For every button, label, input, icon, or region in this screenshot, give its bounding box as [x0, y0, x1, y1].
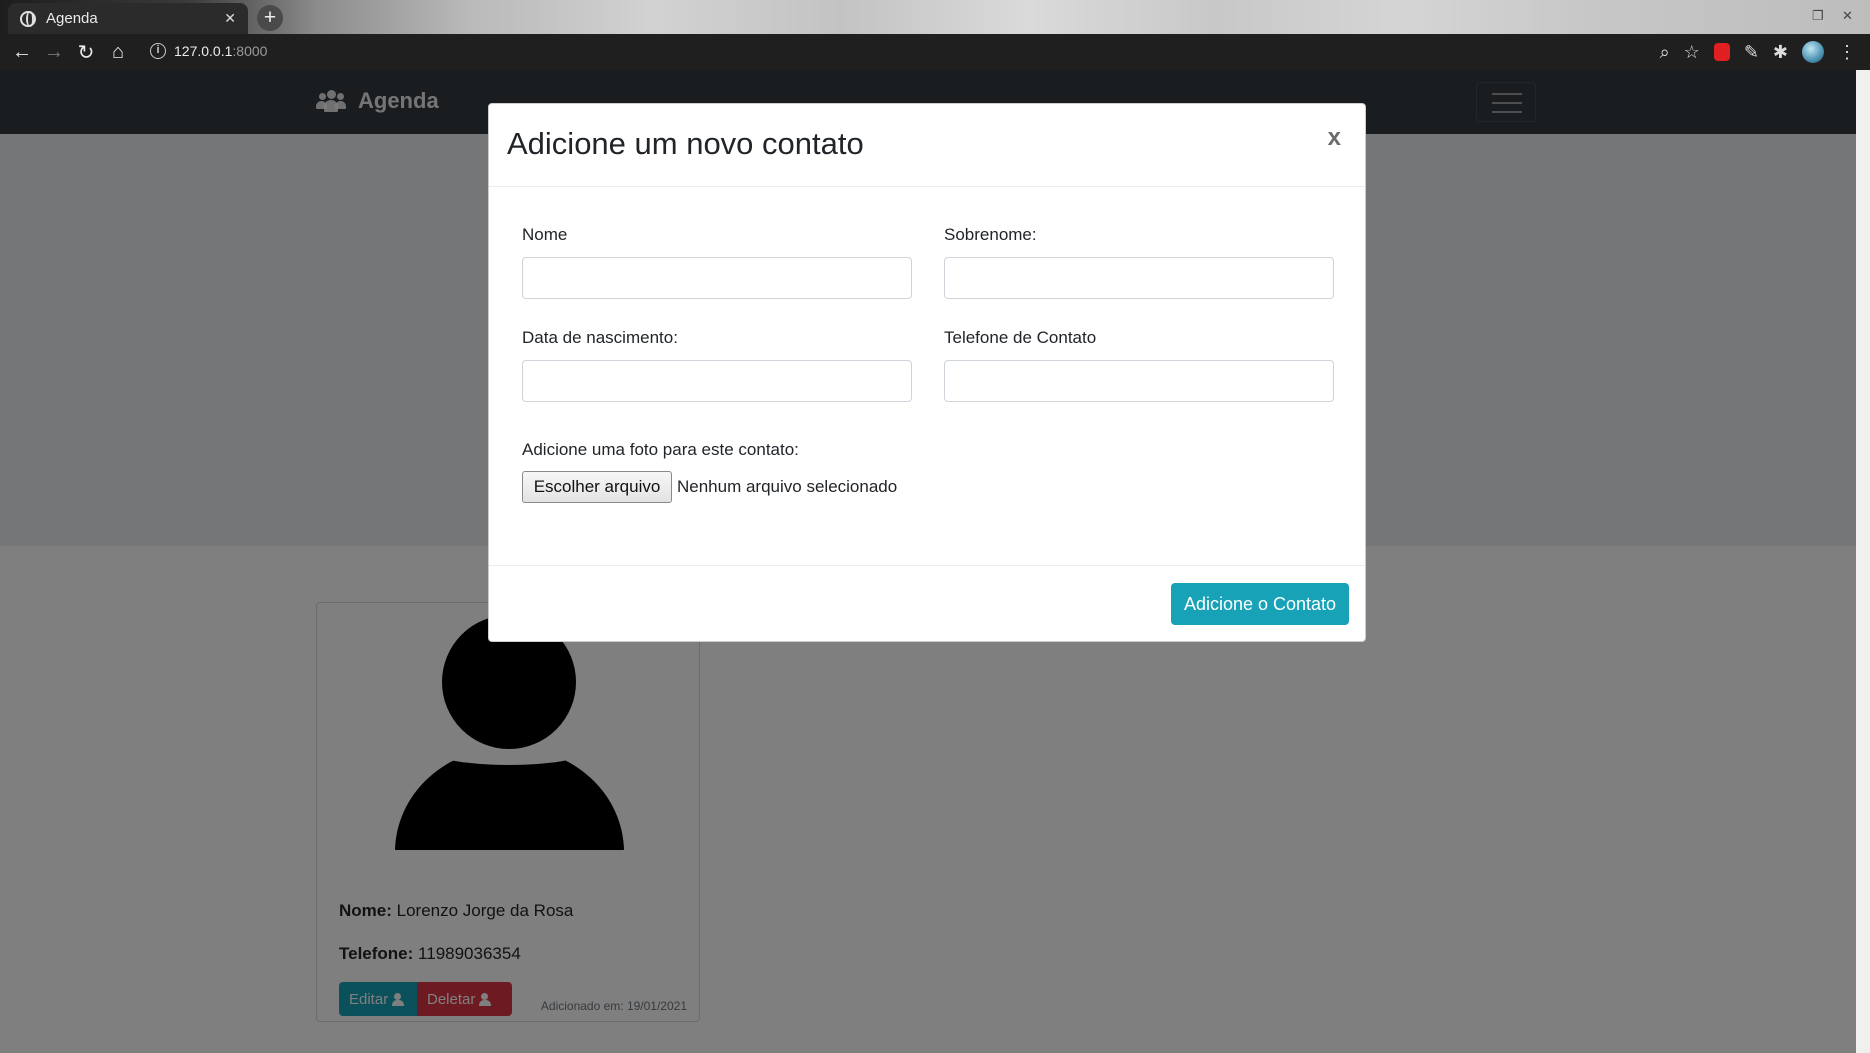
browser-tab[interactable]: Agenda ✕ — [8, 3, 248, 34]
profile-avatar[interactable] — [1802, 41, 1824, 63]
nascimento-label: Data de nascimento: — [522, 328, 678, 347]
address-bar[interactable]: 127.0.0.1:8000 — [174, 43, 267, 59]
window-close-icon[interactable]: ✕ — [1842, 8, 1853, 24]
modal-header: Adicione um novo contato x — [489, 104, 1365, 187]
puzzle-extensions-icon[interactable]: ✱ — [1773, 42, 1788, 63]
telefone-label: Telefone de Contato — [944, 328, 1097, 347]
page-scrollbar[interactable] — [1856, 70, 1870, 1053]
browser-toolbar: ← → ↻ ⌂ i 127.0.0.1:8000 ⌕ ☆ ✎ ✱ ⋮ — [0, 34, 1870, 70]
reload-icon[interactable]: ↻ — [70, 40, 102, 65]
sobrenome-input[interactable] — [944, 257, 1334, 299]
globe-icon — [20, 10, 36, 27]
back-icon[interactable]: ← — [6, 41, 38, 64]
extension-red-icon[interactable] — [1713, 43, 1730, 61]
sobrenome-label: Sobrenome: — [944, 225, 1037, 244]
pen-extension-icon[interactable]: ✎ — [1744, 42, 1759, 63]
toolbar-right-icons: ⌕ ☆ ✎ ✱ ⋮ — [1660, 41, 1856, 63]
url-port: :8000 — [232, 43, 268, 59]
site-info-icon[interactable]: i — [150, 43, 166, 59]
home-icon[interactable]: ⌂ — [102, 41, 134, 64]
new-tab-button[interactable]: + — [257, 5, 283, 31]
window-restore-icon[interactable]: ❐ — [1812, 8, 1824, 24]
url-host: 127.0.0.1 — [174, 43, 233, 59]
choose-file-button[interactable]: Escolher arquivo — [522, 471, 672, 503]
add-contact-modal: Adicione um novo contato x Nome Sobrenom… — [488, 103, 1366, 642]
modal-title: Adicione um novo contato — [507, 126, 864, 161]
menu-kebab-icon[interactable]: ⋮ — [1838, 42, 1856, 63]
nome-input[interactable] — [522, 257, 912, 299]
zoom-icon[interactable]: ⌕ — [1660, 42, 1670, 63]
modal-footer: Adicione o Contato — [489, 565, 1365, 642]
nascimento-input[interactable] — [522, 360, 912, 402]
nome-label: Nome — [522, 225, 568, 244]
file-status: Nenhum arquivo selecionado — [677, 477, 898, 496]
forward-icon[interactable]: → — [38, 41, 70, 64]
photo-label: Adicione uma foto para este contato: — [522, 440, 799, 459]
tab-close-icon[interactable]: ✕ — [224, 10, 236, 27]
add-contact-button[interactable]: Adicione o Contato — [1171, 583, 1349, 625]
telefone-input[interactable] — [944, 360, 1334, 402]
tab-title: Agenda — [46, 10, 98, 27]
bookmark-star-icon[interactable]: ☆ — [1684, 42, 1700, 63]
browser-tabstrip: Agenda ✕ + ❐ ✕ — [0, 0, 1870, 34]
close-icon[interactable]: x — [1328, 124, 1341, 152]
